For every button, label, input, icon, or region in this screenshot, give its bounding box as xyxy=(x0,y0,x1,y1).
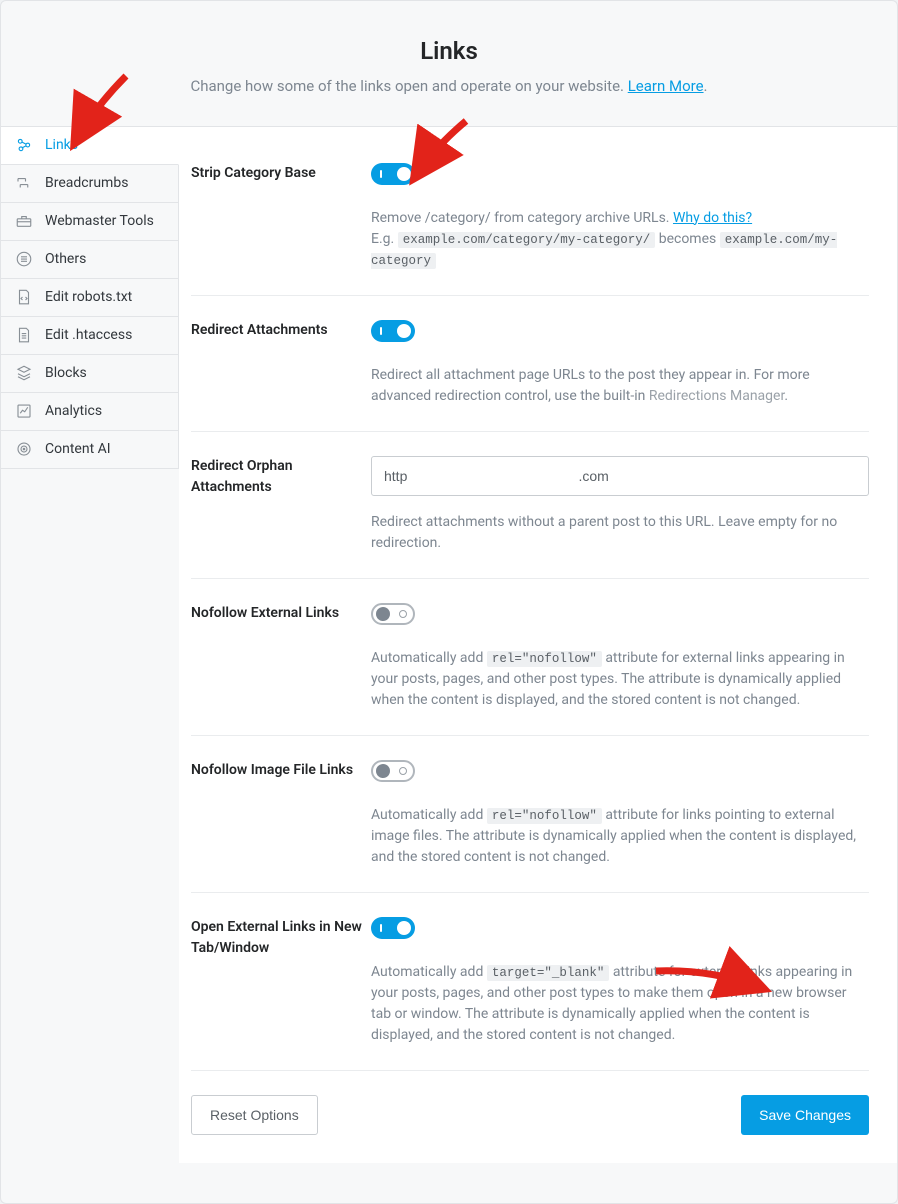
sidebar-item-edit-htaccess[interactable]: Edit .htaccess xyxy=(1,317,179,355)
sidebar-item-label: Content AI xyxy=(45,439,111,460)
page-title: Links xyxy=(41,33,857,69)
why-do-this-link[interactable]: Why do this? xyxy=(673,210,752,226)
sidebar-item-webmaster-tools[interactable]: Webmaster Tools xyxy=(1,203,179,241)
list-icon xyxy=(15,250,33,268)
setting-description: Automatically add target="_blank" attrib… xyxy=(371,962,869,1046)
sidebar-item-breadcrumbs[interactable]: Breadcrumbs xyxy=(1,165,179,203)
reset-options-button[interactable]: Reset Options xyxy=(191,1095,318,1135)
save-changes-button[interactable]: Save Changes xyxy=(741,1095,869,1135)
code-example: rel="nofollow" xyxy=(487,651,602,667)
sidebar-item-links[interactable]: Links xyxy=(1,127,179,165)
sidebar-item-label: Edit .htaccess xyxy=(45,325,132,346)
toggle-open-external-new-tab[interactable] xyxy=(371,917,415,939)
setting-description: Redirect attachments without a parent po… xyxy=(371,512,869,554)
chart-icon xyxy=(15,402,33,420)
setting-label: Nofollow Image File Links xyxy=(191,760,371,868)
sidebar-item-analytics[interactable]: Analytics xyxy=(1,393,179,431)
sidebar-item-others[interactable]: Others xyxy=(1,241,179,279)
row-redirect-orphan-attachments: Redirect Orphan Attachments Redirect att… xyxy=(191,456,869,579)
toggle-strip-category-base[interactable] xyxy=(371,163,415,185)
sidebar-item-label: Blocks xyxy=(45,363,87,384)
toggle-redirect-attachments[interactable] xyxy=(371,320,415,342)
code-example: rel="nofollow" xyxy=(487,808,602,824)
setting-label: Redirect Attachments xyxy=(191,320,371,407)
sidebar-item-label: Others xyxy=(45,249,86,270)
sidebar-item-label: Analytics xyxy=(45,401,102,422)
setting-label: Nofollow External Links xyxy=(191,603,371,711)
toggle-nofollow-image[interactable] xyxy=(371,760,415,782)
code-example: example.com/category/my-category/ xyxy=(398,232,656,248)
sidebar-item-blocks[interactable]: Blocks xyxy=(1,355,179,393)
toggle-nofollow-external[interactable] xyxy=(371,603,415,625)
setting-description: Automatically add rel="nofollow" attribu… xyxy=(371,805,869,868)
row-open-external-new-tab: Open External Links in New Tab/Window Au… xyxy=(191,917,869,1071)
setting-description: Redirect all attachment page URLs to the… xyxy=(371,365,869,407)
row-strip-category-base: Strip Category Base Remove /category/ fr… xyxy=(191,163,869,296)
learn-more-link[interactable]: Learn More xyxy=(628,77,704,95)
settings-content: Strip Category Base Remove /category/ fr… xyxy=(179,127,897,1163)
setting-label: Open External Links in New Tab/Window xyxy=(191,917,371,1046)
row-nofollow-image-file-links: Nofollow Image File Links Automatically … xyxy=(191,760,869,893)
sidebar-item-label: Breadcrumbs xyxy=(45,173,128,194)
row-nofollow-external-links: Nofollow External Links Automatically ad… xyxy=(191,603,869,736)
links-icon xyxy=(15,136,33,154)
file-code-icon xyxy=(15,288,33,306)
sidebar-item-content-ai[interactable]: Content AI xyxy=(1,431,179,469)
setting-description: Automatically add rel="nofollow" attribu… xyxy=(371,648,869,711)
file-lines-icon xyxy=(15,326,33,344)
redirect-orphan-url-input[interactable] xyxy=(371,456,869,496)
setting-description: Remove /category/ from category archive … xyxy=(371,208,869,271)
setting-label: Strip Category Base xyxy=(191,163,371,271)
target-icon xyxy=(15,440,33,458)
page-subtitle: Change how some of the links open and op… xyxy=(41,75,857,98)
breadcrumbs-icon xyxy=(15,174,33,192)
setting-label: Redirect Orphan Attachments xyxy=(191,456,371,554)
sidebar-item-label: Webmaster Tools xyxy=(45,211,154,232)
redirections-manager-link[interactable]: Redirections Manager xyxy=(649,388,785,404)
sidebar-item-label: Links xyxy=(45,135,78,156)
row-redirect-attachments: Redirect Attachments Redirect all attach… xyxy=(191,320,869,432)
toolbox-icon xyxy=(15,212,33,230)
sidebar-item-label: Edit robots.txt xyxy=(45,287,132,308)
blocks-icon xyxy=(15,364,33,382)
sidebar-item-edit-robots[interactable]: Edit robots.txt xyxy=(1,279,179,317)
code-example: target="_blank" xyxy=(487,965,610,981)
page-header: Links Change how some of the links open … xyxy=(1,1,897,126)
footer-actions: Reset Options Save Changes xyxy=(191,1095,869,1135)
settings-sidebar: Links Breadcrumbs Webmaster Tools Others… xyxy=(1,127,179,1163)
